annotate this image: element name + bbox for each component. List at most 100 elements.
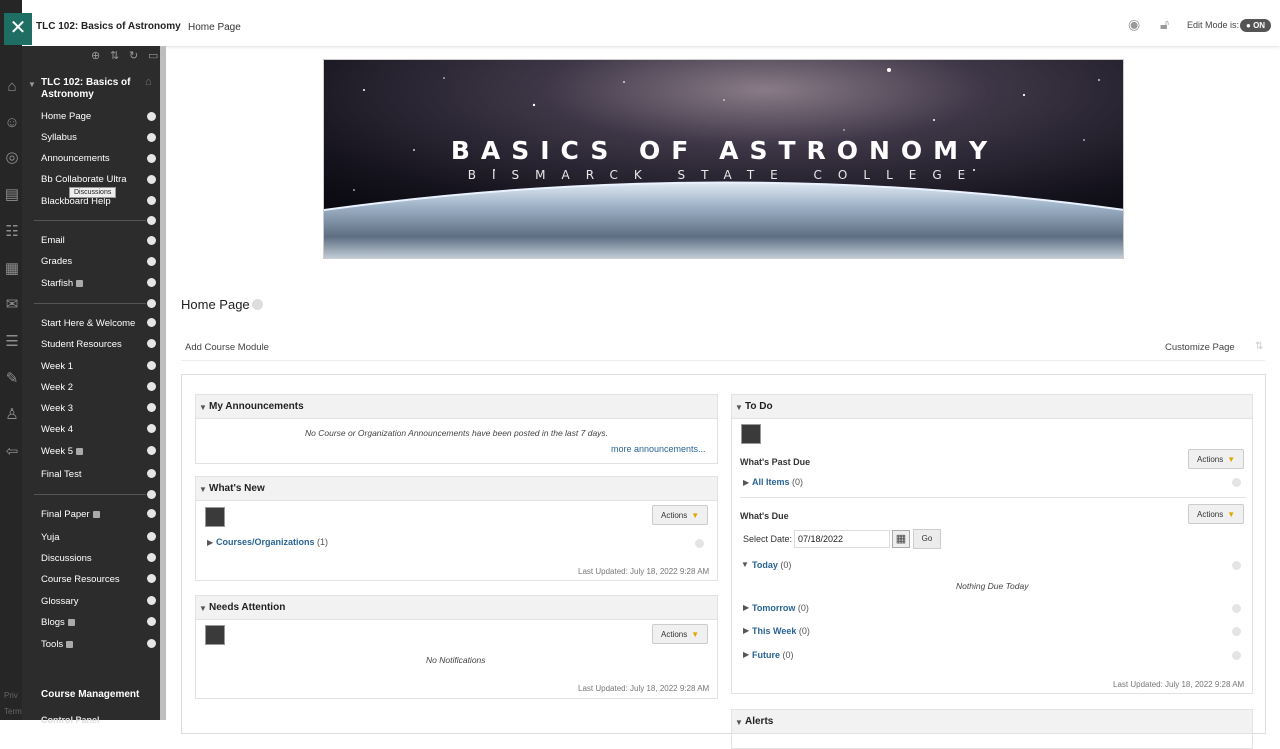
- menu-item-options-icon[interactable]: [147, 617, 156, 626]
- expand-triangle-icon[interactable]: ▶: [743, 478, 749, 487]
- menu-item-options-icon[interactable]: [147, 175, 156, 184]
- menu-item-options-icon[interactable]: [147, 469, 156, 478]
- menu-item-options-icon[interactable]: [147, 216, 156, 225]
- menu-item-options-icon[interactable]: [147, 196, 156, 205]
- module-header[interactable]: ▼ To Do: [732, 395, 1252, 419]
- menu-item-start-here[interactable]: Start Here & Welcome: [41, 318, 135, 329]
- menu-item-options-icon[interactable]: [147, 596, 156, 605]
- item-options-icon[interactable]: [1232, 561, 1241, 570]
- messages-icon[interactable]: ✉: [2, 295, 22, 315]
- menu-item-blogs[interactable]: Blogs: [41, 617, 75, 628]
- menu-item-options-icon[interactable]: [147, 532, 156, 541]
- folder-view-icon[interactable]: ▭: [148, 49, 158, 62]
- menu-item-options-icon[interactable]: [147, 112, 156, 121]
- menu-item-announcements[interactable]: Announcements: [41, 153, 110, 164]
- menu-item-options-icon[interactable]: [147, 574, 156, 583]
- menu-item-options-icon[interactable]: [147, 154, 156, 163]
- collapse-triangle-icon[interactable]: ▼: [741, 560, 749, 569]
- collapse-triangle-icon[interactable]: ▼: [199, 403, 207, 412]
- date-input[interactable]: [794, 530, 890, 548]
- menu-item-options-icon[interactable]: [147, 382, 156, 391]
- menu-item-week-1[interactable]: Week 1: [41, 361, 73, 372]
- menu-item-options-icon[interactable]: [147, 299, 156, 308]
- collapse-triangle-icon[interactable]: ▼: [735, 718, 743, 727]
- refresh-icon[interactable]: ↻: [129, 49, 138, 62]
- all-items-link[interactable]: All Items (0): [752, 477, 803, 487]
- home-icon[interactable]: ⌂: [145, 76, 152, 88]
- calendar-icon[interactable]: ▦: [892, 530, 910, 548]
- today-link[interactable]: Today (0): [752, 560, 791, 570]
- close-icon[interactable]: ✕: [4, 13, 32, 45]
- menu-item-glossary[interactable]: Glossary: [41, 596, 78, 607]
- expand-triangle-icon[interactable]: ▶: [743, 650, 749, 659]
- menu-item-week-3[interactable]: Week 3: [41, 403, 73, 414]
- collapse-triangle-icon[interactable]: ▼: [199, 604, 207, 613]
- customize-page-button[interactable]: Customize Page: [1165, 342, 1235, 353]
- menu-item-final-paper[interactable]: Final Paper: [41, 509, 100, 520]
- menu-item-week-2[interactable]: Week 2: [41, 382, 73, 393]
- this-week-link[interactable]: This Week (0): [752, 626, 810, 636]
- menu-item-options-icon[interactable]: [147, 278, 156, 287]
- groups-icon[interactable]: ☷: [2, 222, 22, 242]
- menu-item-course-resources[interactable]: Course Resources: [41, 574, 120, 585]
- collapse-triangle-icon[interactable]: ▼: [199, 485, 207, 494]
- courses-organizations-link[interactable]: Courses/Organizations (1): [216, 537, 328, 547]
- add-menu-item-icon[interactable]: ⊕: [91, 49, 100, 62]
- calendar-icon[interactable]: ▦: [2, 259, 22, 279]
- student-preview-icon[interactable]: ◉: [1128, 16, 1140, 33]
- menu-item-student-resources[interactable]: Student Resources: [41, 339, 122, 350]
- globe-icon[interactable]: ◎: [2, 148, 22, 168]
- module-header[interactable]: ▼ Needs Attention: [196, 596, 717, 620]
- menu-item-options-icon[interactable]: [147, 236, 156, 245]
- menu-item-options-icon[interactable]: [147, 133, 156, 142]
- item-options-icon[interactable]: [1232, 604, 1241, 613]
- expand-triangle-icon[interactable]: ▶: [743, 626, 749, 635]
- actions-button[interactable]: Actions ▼: [652, 624, 709, 644]
- go-button[interactable]: Go: [913, 529, 941, 549]
- future-link[interactable]: Future (0): [752, 650, 794, 660]
- menu-course-title[interactable]: TLC 102: Basics of Astronomy: [41, 77, 136, 101]
- menu-item-week-4[interactable]: Week 4: [41, 424, 73, 435]
- menu-item-options-icon[interactable]: [147, 446, 156, 455]
- actions-button[interactable]: Actions ▼: [652, 505, 709, 525]
- actions-button[interactable]: Actions ▼: [1188, 449, 1245, 469]
- course-title[interactable]: TLC 102: Basics of Astronomy: [36, 21, 181, 32]
- item-options-icon[interactable]: [1232, 651, 1241, 660]
- reorder-icon[interactable]: ⇅: [110, 49, 119, 62]
- menu-item-discussions[interactable]: Discussions: [41, 553, 92, 564]
- privacy-link[interactable]: Priv: [4, 691, 18, 700]
- menu-item-final-test[interactable]: Final Test: [41, 469, 81, 480]
- more-announcements-link[interactable]: more announcements...: [611, 444, 706, 454]
- user-icon[interactable]: ♙: [2, 405, 22, 425]
- collapse-caret-icon[interactable]: ▼: [28, 80, 36, 89]
- menu-item-yuja[interactable]: Yuja: [41, 532, 60, 543]
- menu-item-options-icon[interactable]: [147, 403, 156, 412]
- module-header[interactable]: ▼ What's New: [196, 477, 717, 501]
- terms-link[interactable]: Term: [4, 707, 22, 716]
- profile-icon[interactable]: ☺: [2, 113, 22, 133]
- menu-item-tools[interactable]: Tools: [41, 639, 74, 650]
- item-options-icon[interactable]: [1232, 478, 1241, 487]
- menu-item-week-5[interactable]: Week 5: [41, 446, 84, 457]
- sign-out-icon[interactable]: ⇦: [2, 442, 22, 462]
- page-options-icon[interactable]: [252, 299, 263, 310]
- menu-item-options-icon[interactable]: [147, 257, 156, 266]
- expand-triangle-icon[interactable]: ▶: [743, 603, 749, 612]
- tomorrow-link[interactable]: Tomorrow (0): [752, 603, 809, 613]
- menu-item-options-icon[interactable]: [147, 339, 156, 348]
- menu-item-collaborate[interactable]: Bb Collaborate Ultra: [41, 174, 127, 185]
- module-header[interactable]: ▼ My Announcements: [196, 395, 717, 419]
- menu-item-options-icon[interactable]: [147, 509, 156, 518]
- menu-item-options-icon[interactable]: [147, 361, 156, 370]
- actions-button[interactable]: Actions ▼: [1188, 504, 1245, 524]
- course-management-heading[interactable]: Course Management: [41, 689, 139, 700]
- menu-scrollbar[interactable]: [160, 46, 166, 720]
- module-header[interactable]: ▼ Alerts: [732, 710, 1252, 734]
- menu-item-options-icon[interactable]: [147, 639, 156, 648]
- menu-item-home-page[interactable]: Home Page: [41, 111, 91, 122]
- menu-item-email[interactable]: Email: [41, 235, 65, 246]
- menu-item-grades[interactable]: Grades: [41, 256, 72, 267]
- grades-icon[interactable]: ☰: [2, 332, 22, 352]
- tools-icon[interactable]: ✎: [2, 369, 22, 389]
- expand-triangle-icon[interactable]: ▶: [207, 538, 213, 547]
